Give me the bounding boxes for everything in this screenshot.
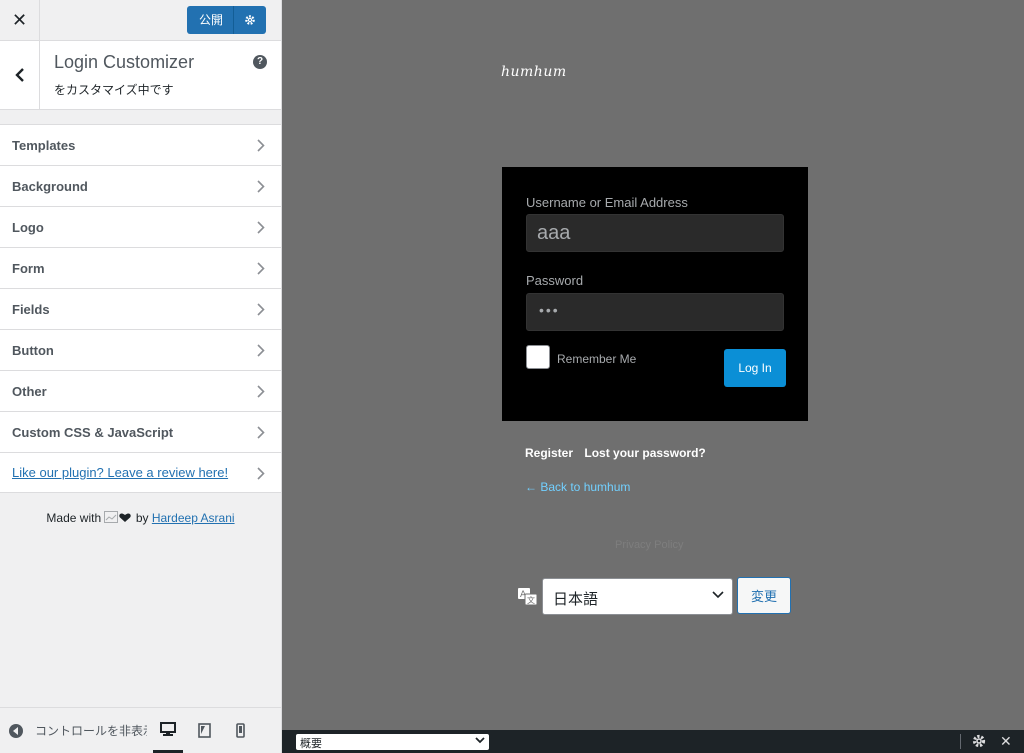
chevron-left-icon (14, 68, 24, 82)
customizer-sidebar: ✕ 公開 Login Customizer をカスタマイズ中です ? Templ… (0, 0, 282, 753)
chevron-right-icon (257, 180, 265, 193)
menu-item-label: Other (12, 383, 47, 399)
language-select-value: 日本語 (553, 590, 599, 608)
chevron-down-icon (475, 737, 485, 744)
menu-item-other[interactable]: Other (0, 370, 281, 411)
debug-panel-select[interactable]: 概要 (296, 734, 489, 750)
menu-item-label: Custom CSS & JavaScript (12, 424, 174, 440)
tablet-icon (197, 723, 211, 738)
username-label: Username or Email Address (526, 195, 688, 210)
collapse-icon[interactable] (9, 723, 23, 738)
heart-icon (104, 511, 132, 523)
svg-text:文: 文 (527, 595, 535, 605)
help-icon[interactable]: ? (253, 55, 267, 69)
mobile-icon (235, 723, 245, 738)
customizer-footer: コントロールを非表示 (0, 707, 281, 753)
gear-icon[interactable] (972, 734, 986, 748)
password-value: ••• (539, 302, 560, 318)
close-icon[interactable]: ✕ (1000, 733, 1012, 750)
login-preview: humhum Username or Email Address aaa Pas… (282, 0, 1024, 730)
change-language-button[interactable]: 変更 (737, 577, 791, 614)
menu-item-fields[interactable]: Fields (0, 288, 281, 329)
chevron-right-icon (257, 385, 265, 398)
hide-controls-button[interactable]: コントロールを非表示 (35, 722, 147, 739)
panel-subtitle: をカスタマイズ中です (54, 83, 174, 97)
publish-settings-button[interactable] (233, 6, 266, 34)
login-form: Username or Email Address aaa Password •… (502, 167, 808, 421)
gear-icon (245, 15, 255, 25)
menu-item-label: Form (12, 260, 45, 276)
register-link[interactable]: Register (525, 446, 573, 460)
review-link[interactable]: Like our plugin? Leave a review here! (12, 465, 228, 480)
chevron-down-icon (712, 591, 724, 599)
desktop-icon (160, 722, 176, 736)
desktop-preview-button[interactable] (153, 708, 183, 753)
remember-me-label: Remember Me (557, 352, 637, 366)
back-to-site-link[interactable]: ← Back to humhum (525, 480, 630, 494)
lost-password-link[interactable]: Lost your password? (584, 446, 705, 460)
menu-item-review[interactable]: Like our plugin? Leave a review here! (0, 452, 281, 493)
divider (960, 734, 961, 749)
menu-item-label: Button (12, 342, 54, 358)
chevron-right-icon (257, 303, 265, 316)
tablet-preview-button[interactable] (189, 708, 219, 753)
publish-button[interactable]: 公開 (186, 6, 233, 34)
panel-title: Login Customizer (54, 52, 195, 72)
chevron-right-icon (257, 344, 265, 357)
close-icon: ✕ (11, 9, 28, 30)
menu-item-templates[interactable]: Templates (0, 124, 281, 165)
menu-item-button[interactable]: Button (0, 329, 281, 370)
chevron-right-icon (257, 139, 265, 152)
publish-controls: 公開 (186, 6, 266, 34)
made-with-credit: Made with by Hardeep Asrani (0, 511, 281, 525)
login-button[interactable]: Log In (724, 349, 786, 387)
debug-bar: 概要 ✕ (282, 730, 1024, 753)
privacy-policy-link[interactable]: Privacy Policy (615, 539, 683, 551)
chevron-right-icon (257, 262, 265, 275)
debug-panel-select-value: 概要 (300, 737, 322, 750)
menu-item-label: Templates (12, 137, 76, 153)
menu-item-custom-css-js[interactable]: Custom CSS & JavaScript (0, 411, 281, 452)
chevron-right-icon (257, 467, 265, 480)
menu-item-background[interactable]: Background (0, 165, 281, 206)
language-select[interactable]: 日本語 (542, 578, 733, 615)
menu-item-label: Logo (12, 219, 44, 235)
chevron-right-icon (257, 221, 265, 234)
menu-item-form[interactable]: Form (0, 247, 281, 288)
author-link[interactable]: Hardeep Asrani (152, 511, 235, 525)
remember-me-checkbox[interactable] (526, 345, 550, 369)
username-field[interactable]: aaa (526, 214, 784, 252)
login-nav: Register Lost your password? (525, 446, 714, 460)
translate-icon: A 文 (518, 588, 537, 605)
made-with-prefix: Made with (46, 511, 102, 525)
password-label: Password (526, 273, 584, 288)
username-value: aaa (537, 222, 571, 244)
site-logo[interactable]: humhum (501, 64, 567, 80)
customizer-menu: Templates Background Logo Form Fields Bu… (0, 124, 281, 493)
panel-header: Login Customizer をカスタマイズ中です ? (0, 41, 281, 110)
customizer-header: ✕ 公開 (0, 0, 281, 41)
menu-item-logo[interactable]: Logo (0, 206, 281, 247)
menu-item-label: Fields (12, 301, 50, 317)
made-with-by: by (135, 511, 149, 525)
menu-item-label: Background (12, 178, 88, 194)
close-customizer-button[interactable]: ✕ (0, 0, 40, 40)
mobile-preview-button[interactable] (225, 708, 255, 753)
back-button[interactable] (0, 41, 40, 109)
chevron-right-icon (257, 426, 265, 439)
password-field[interactable]: ••• (526, 293, 784, 331)
